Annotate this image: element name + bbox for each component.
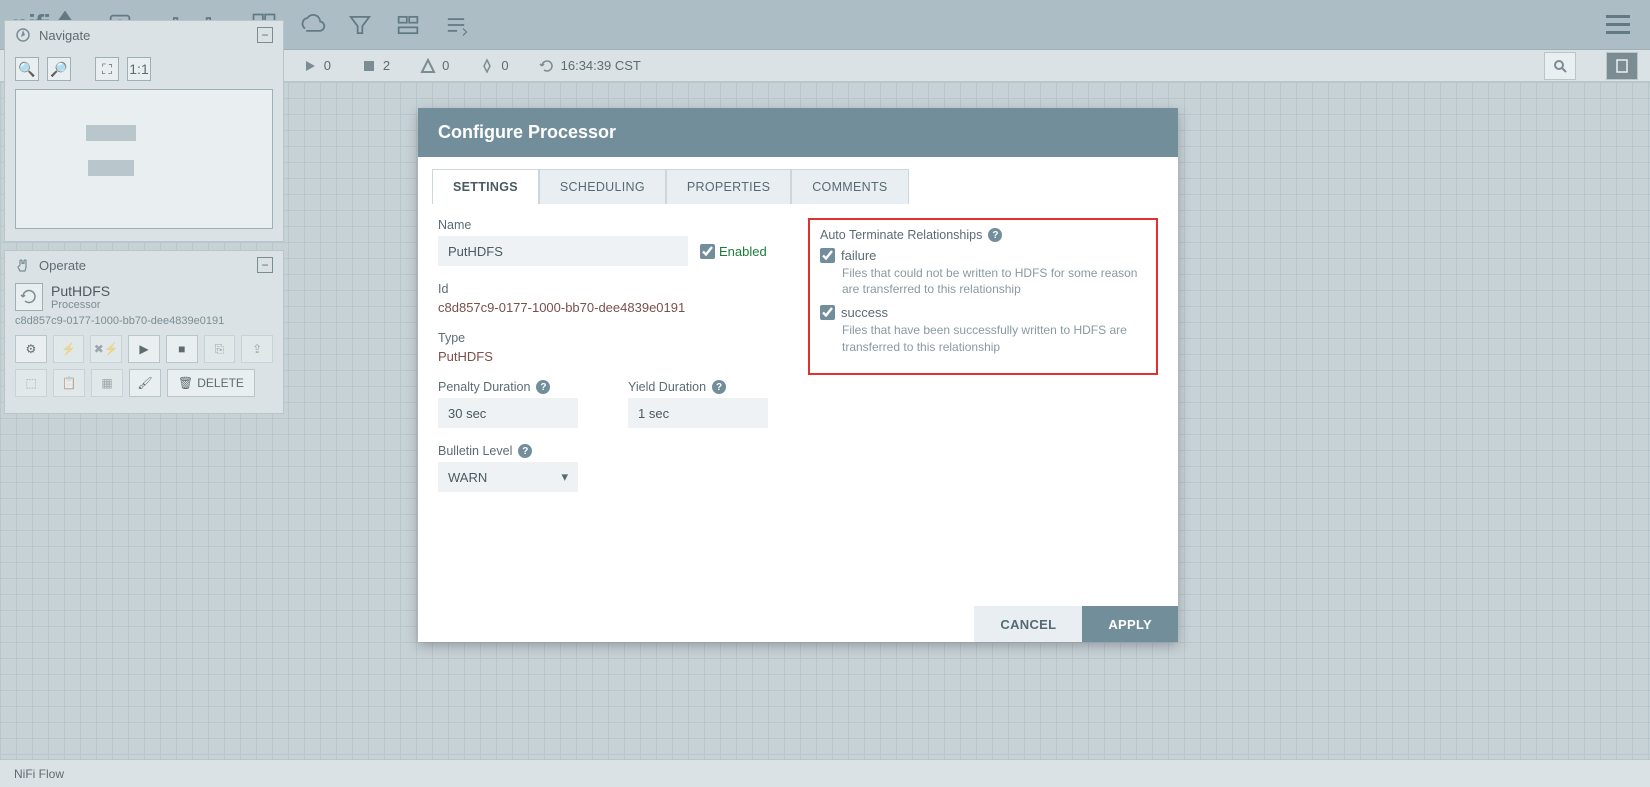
- name-input[interactable]: [438, 236, 688, 266]
- copy-button[interactable]: ⬚: [15, 369, 47, 397]
- navigate-palette: Navigate − 🔍 🔎 ⛶ 1:1: [4, 20, 284, 242]
- relationship-failure-desc: Files that could not be written to HDFS …: [842, 265, 1146, 297]
- add-template-button[interactable]: [384, 4, 432, 46]
- zoom-out-button[interactable]: 🔎: [47, 57, 71, 81]
- id-label: Id: [438, 282, 788, 296]
- chevron-down-icon: ▾: [561, 469, 568, 485]
- global-menu-button[interactable]: [1598, 5, 1638, 45]
- cancel-button[interactable]: CANCEL: [974, 606, 1082, 642]
- operate-collapse-button[interactable]: −: [257, 257, 273, 273]
- processor-type-icon: [15, 283, 43, 311]
- navigate-collapse-button[interactable]: −: [257, 27, 273, 43]
- status-disabled: 0: [479, 58, 508, 74]
- enabled-label: Enabled: [719, 244, 767, 259]
- status-invalid: 0: [420, 58, 449, 74]
- dialog-footer: CANCEL APPLY: [418, 606, 1178, 642]
- zoom-in-button[interactable]: 🔍: [15, 57, 39, 81]
- yield-help-icon[interactable]: ?: [712, 380, 726, 394]
- bulletin-value: WARN: [448, 470, 487, 485]
- relationship-success-row[interactable]: success: [820, 305, 1146, 320]
- type-label: Type: [438, 331, 788, 345]
- relationship-success-desc: Files that have been successfully writte…: [842, 322, 1146, 354]
- enabled-checkbox-row[interactable]: Enabled: [700, 244, 767, 259]
- settings-right-column: Auto Terminate Relationships? failure Fi…: [808, 218, 1158, 596]
- delete-button[interactable]: 🗑 DELETE: [167, 369, 255, 397]
- add-funnel-button[interactable]: [336, 4, 384, 46]
- compass-icon: [15, 27, 31, 43]
- enabled-checkbox[interactable]: [700, 244, 715, 259]
- status-refresh-time: 16:34:39 CST: [539, 58, 641, 74]
- id-value: c8d857c9-0177-1000-bb70-dee4839e0191: [438, 300, 788, 315]
- status-stopped: 2: [361, 58, 390, 74]
- operate-proc-type: Processor: [51, 299, 110, 311]
- status-running: 0: [302, 58, 331, 74]
- stop-button[interactable]: ■: [166, 335, 198, 363]
- operate-title: Operate: [39, 258, 86, 273]
- relationship-success: success Files that have been successfull…: [820, 305, 1146, 354]
- color-button[interactable]: 🖌: [129, 369, 161, 397]
- bulletin-help-icon[interactable]: ?: [518, 444, 532, 458]
- tab-comments[interactable]: COMMENTS: [791, 169, 908, 204]
- zoom-actual-button[interactable]: 1:1: [127, 57, 151, 81]
- template-button[interactable]: ⎘: [204, 335, 236, 363]
- relationship-success-checkbox[interactable]: [820, 305, 835, 320]
- zoom-fit-button[interactable]: ⛶: [95, 57, 119, 81]
- relationship-failure: failure Files that could not be written …: [820, 248, 1146, 297]
- dialog-title: Configure Processor: [418, 108, 1178, 157]
- start-button[interactable]: ▶: [128, 335, 160, 363]
- settings-left-column: Name Enabled Id c8d857c9-0177-1000-bb70-…: [438, 218, 788, 596]
- tab-settings[interactable]: SETTINGS: [432, 169, 539, 204]
- paste-button[interactable]: 📋: [53, 369, 85, 397]
- enable-button[interactable]: ⚡: [53, 335, 85, 363]
- group-button[interactable]: ▦: [91, 369, 123, 397]
- breadcrumb-root[interactable]: NiFi Flow: [14, 767, 64, 781]
- breadcrumb-bar: NiFi Flow: [0, 759, 1650, 787]
- disable-button[interactable]: ✖⚡: [90, 335, 122, 363]
- yield-input[interactable]: [628, 398, 768, 428]
- yield-label: Yield Duration: [628, 380, 706, 394]
- navigate-title: Navigate: [39, 28, 90, 43]
- configure-processor-dialog: Configure Processor SETTINGS SCHEDULING …: [418, 108, 1178, 642]
- relationship-failure-checkbox[interactable]: [820, 248, 835, 263]
- operate-palette: Operate − PutHDFS Processor c8d857c9-017…: [4, 250, 284, 414]
- birdseye-minimap[interactable]: [15, 89, 273, 229]
- add-label-button[interactable]: [432, 4, 480, 46]
- operate-proc-name: PutHDFS: [51, 283, 110, 299]
- penalty-input[interactable]: [438, 398, 578, 428]
- relationship-failure-name: failure: [841, 248, 876, 263]
- auto-terminate-label: Auto Terminate Relationships: [820, 228, 982, 242]
- operate-proc-id: c8d857c9-0177-1000-bb70-dee4839e0191: [15, 315, 273, 327]
- bulletin-select[interactable]: WARN ▾: [438, 462, 578, 492]
- auto-terminate-help-icon[interactable]: ?: [988, 228, 1002, 242]
- name-label: Name: [438, 218, 788, 232]
- tab-scheduling[interactable]: SCHEDULING: [539, 169, 666, 204]
- relationship-failure-row[interactable]: failure: [820, 248, 1146, 263]
- configure-button[interactable]: ⚙: [15, 335, 47, 363]
- upload-template-button[interactable]: ⇪: [241, 335, 273, 363]
- bulletin-board-button[interactable]: [1606, 52, 1638, 80]
- type-value: PutHDFS: [438, 349, 788, 364]
- tab-properties[interactable]: PROPERTIES: [666, 169, 791, 204]
- add-remote-process-group-button[interactable]: [288, 4, 336, 46]
- bulletin-label: Bulletin Level: [438, 444, 512, 458]
- apply-button[interactable]: APPLY: [1082, 606, 1178, 642]
- relationship-success-name: success: [841, 305, 888, 320]
- penalty-help-icon[interactable]: ?: [536, 380, 550, 394]
- penalty-label: Penalty Duration: [438, 380, 530, 394]
- search-button[interactable]: [1544, 52, 1576, 80]
- hand-icon: [15, 257, 31, 273]
- dialog-tabs: SETTINGS SCHEDULING PROPERTIES COMMENTS: [418, 157, 1178, 204]
- auto-terminate-box: Auto Terminate Relationships? failure Fi…: [808, 218, 1158, 375]
